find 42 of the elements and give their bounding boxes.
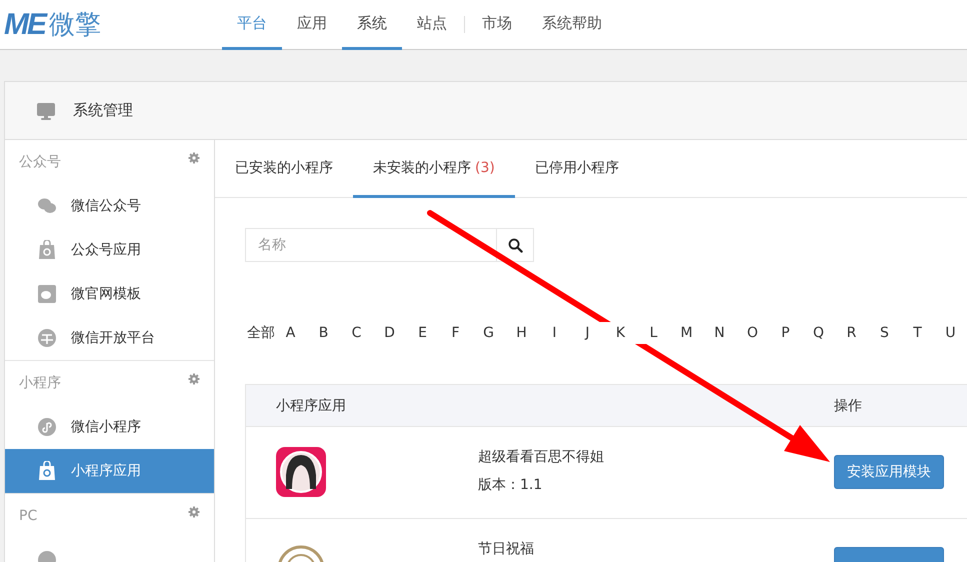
sidebar-item[interactable]: 微信小程序 — [5, 405, 214, 449]
nav-tab[interactable]: 应用 — [282, 0, 342, 50]
sidebar-item[interactable]: 微官网模板 — [5, 272, 214, 316]
app-name: 超级看看百思不得姐 — [478, 448, 605, 466]
group-title: 小程序 — [19, 374, 61, 392]
search-button[interactable] — [496, 228, 534, 262]
sidebar-item[interactable]: 微信公众号 — [5, 184, 214, 228]
search-field[interactable]: 名称 — [245, 228, 496, 262]
column-header: 小程序应用 — [275, 396, 347, 414]
logo-mark: ME — [4, 8, 45, 42]
column-header: 操作 — [834, 396, 862, 414]
app-name: 节日祝福 — [478, 540, 535, 558]
mini-program-icon — [37, 417, 57, 437]
nav-tab[interactable]: 站点 — [402, 0, 462, 50]
gear-icon[interactable] — [188, 506, 200, 518]
group-title: PC — [19, 508, 38, 524]
template-icon — [37, 284, 57, 304]
sidebar-item[interactable]: 小程序应用 — [5, 449, 214, 493]
gear-icon[interactable] — [188, 373, 200, 385]
nav-tab[interactable]: 系统 — [342, 0, 402, 50]
nav-link[interactable]: 系统帮助 — [527, 0, 617, 50]
nav-tab[interactable]: 平台 — [222, 0, 282, 50]
monitor-icon — [36, 100, 56, 120]
shopping-bag-icon — [37, 240, 57, 260]
tab[interactable]: 未安装的小程序 (3) — [353, 140, 515, 198]
panel-title: 系统管理 — [73, 101, 133, 120]
group-title: 公众号 — [19, 153, 61, 171]
letter-filter[interactable]: K — [604, 322, 637, 344]
search-icon — [508, 238, 522, 252]
platform-icon — [37, 328, 57, 348]
sidebar-item[interactable]: 微信开放平台 — [5, 316, 214, 360]
shopping-bag-icon — [37, 461, 57, 481]
logo-name: 微擎 — [49, 9, 101, 42]
sidebar-item[interactable]: 公众号应用 — [5, 228, 214, 272]
install-button[interactable]: 安装应用模块 — [834, 455, 944, 489]
app-icon — [276, 447, 326, 497]
chat-bubbles-icon — [37, 196, 57, 216]
tab[interactable]: 已停用小程序 — [514, 140, 639, 198]
tab[interactable]: 已安装的小程序 — [215, 140, 353, 198]
nav-link[interactable]: 市场 — [467, 0, 527, 50]
gear-icon[interactable] — [188, 152, 200, 164]
app-version: 版本：1.1 — [478, 476, 544, 494]
